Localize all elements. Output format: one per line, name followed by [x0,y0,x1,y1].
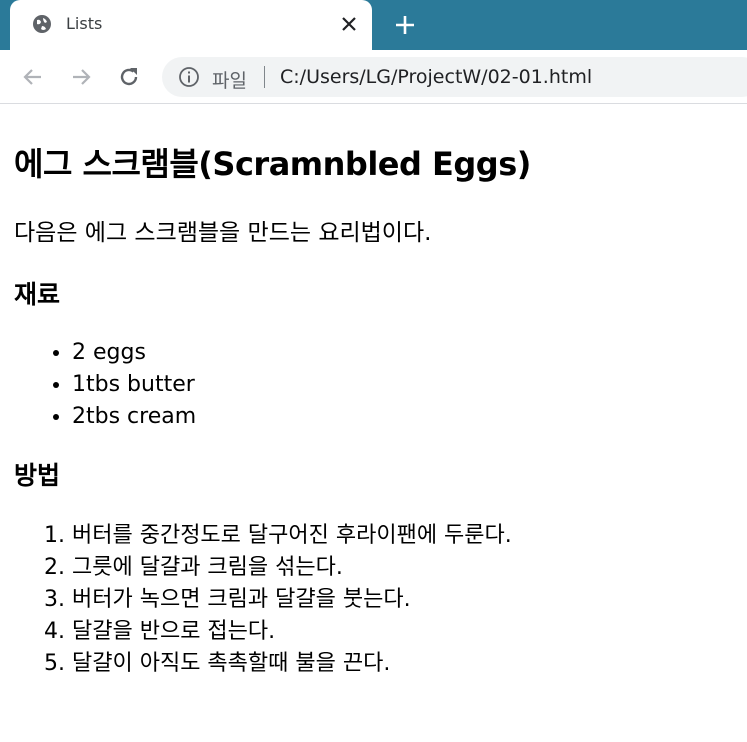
tab-title: Lists [66,14,103,33]
list-item: 1tbs butter [72,369,733,401]
method-heading: 방법 [14,461,61,490]
address-scheme-label: 파일 [212,70,247,92]
address-url[interactable]: C:/Users/LG/ProjectW/02-01.html [280,66,592,88]
list-item: 달걀이 아직도 촉촉할때 불을 끈다. [72,648,733,680]
list-item: 버터를 중간정도로 달구어진 후라이팬에 두룬다. [72,520,733,552]
page-title: 에그 스크램블(Scramnbled Eggs) [14,145,531,183]
tab-strip: Lists [0,0,747,50]
list-item: 2tbs cream [72,401,733,433]
address-bar[interactable]: 파일 C:/Users/LG/ProjectW/02-01.html [162,57,747,97]
info-icon[interactable] [178,66,200,88]
address-divider [264,66,265,88]
globe-icon [33,15,51,33]
browser-toolbar: 파일 C:/Users/LG/ProjectW/02-01.html [0,50,747,104]
intro-paragraph: 다음은 에그 스크램블을 만드는 요리법이다. [14,220,432,246]
list-item: 2 eggs [72,337,733,369]
page-content: 에그 스크램블(Scramnbled Eggs) 다음은 에그 스크램블을 만드… [0,144,747,680]
tab-lists[interactable]: Lists [10,0,372,50]
ingredients-heading: 재료 [14,280,61,309]
steps-list: 버터를 중간정도로 달구어진 후라이팬에 두룬다. 그릇에 달걀과 크림을 섞는… [14,520,733,680]
forward-arrow-icon[interactable] [68,64,94,90]
close-icon[interactable] [340,15,358,33]
ingredients-list: 2 eggs 1tbs butter 2tbs cream [14,337,733,433]
list-item: 그릇에 달걀과 크림을 섞는다. [72,552,733,584]
list-item: 버터가 녹으면 크림과 달걀을 붓는다. [72,584,733,616]
reload-icon[interactable] [116,64,142,90]
back-arrow-icon[interactable] [20,64,46,90]
new-tab-plus-icon[interactable] [393,13,417,37]
list-item: 달걀을 반으로 접는다. [72,616,733,648]
